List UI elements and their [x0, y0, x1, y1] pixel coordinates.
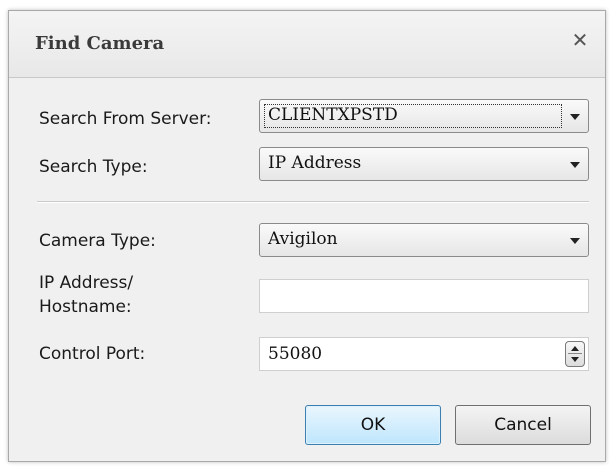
- search-type-value: IP Address: [268, 153, 362, 173]
- chevron-down-icon: [570, 238, 580, 244]
- port-spinner[interactable]: [565, 341, 585, 367]
- chevron-down-icon: [570, 114, 580, 120]
- title-bar: Find Camera ✕: [9, 11, 605, 78]
- ok-button[interactable]: OK: [305, 405, 441, 445]
- chevron-down-icon: [570, 162, 580, 168]
- search-type-label: Search Type:: [39, 157, 148, 177]
- camera-type-select[interactable]: Avigilon: [259, 223, 589, 257]
- ip-address-label-line1: IP Address/: [39, 273, 134, 293]
- cancel-button[interactable]: Cancel: [455, 405, 591, 445]
- spinner-divider: [568, 353, 582, 354]
- control-port-value: 55080: [268, 344, 323, 364]
- camera-type-value: Avigilon: [268, 229, 338, 249]
- ip-address-label-line2: Hostname:: [39, 297, 132, 317]
- spin-up-icon[interactable]: [571, 346, 579, 351]
- find-camera-dialog: Find Camera ✕ Search From Server: CLIENT…: [8, 10, 606, 462]
- ip-address-label: IP Address/ Hostname:: [39, 271, 133, 319]
- search-type-select[interactable]: IP Address: [259, 147, 589, 181]
- search-from-server-label: Search From Server:: [39, 109, 212, 129]
- search-from-server-select[interactable]: CLIENTXPSTD: [259, 99, 589, 133]
- divider: [37, 201, 589, 203]
- camera-type-label: Camera Type:: [39, 231, 156, 251]
- control-port-label: Control Port:: [39, 344, 146, 364]
- search-from-server-value: CLIENTXPSTD: [268, 105, 398, 125]
- ip-address-input[interactable]: [259, 279, 589, 313]
- spin-down-icon[interactable]: [571, 357, 579, 362]
- close-icon[interactable]: ✕: [569, 29, 591, 51]
- control-port-input[interactable]: 55080: [259, 337, 589, 371]
- dialog-title: Find Camera: [35, 33, 165, 54]
